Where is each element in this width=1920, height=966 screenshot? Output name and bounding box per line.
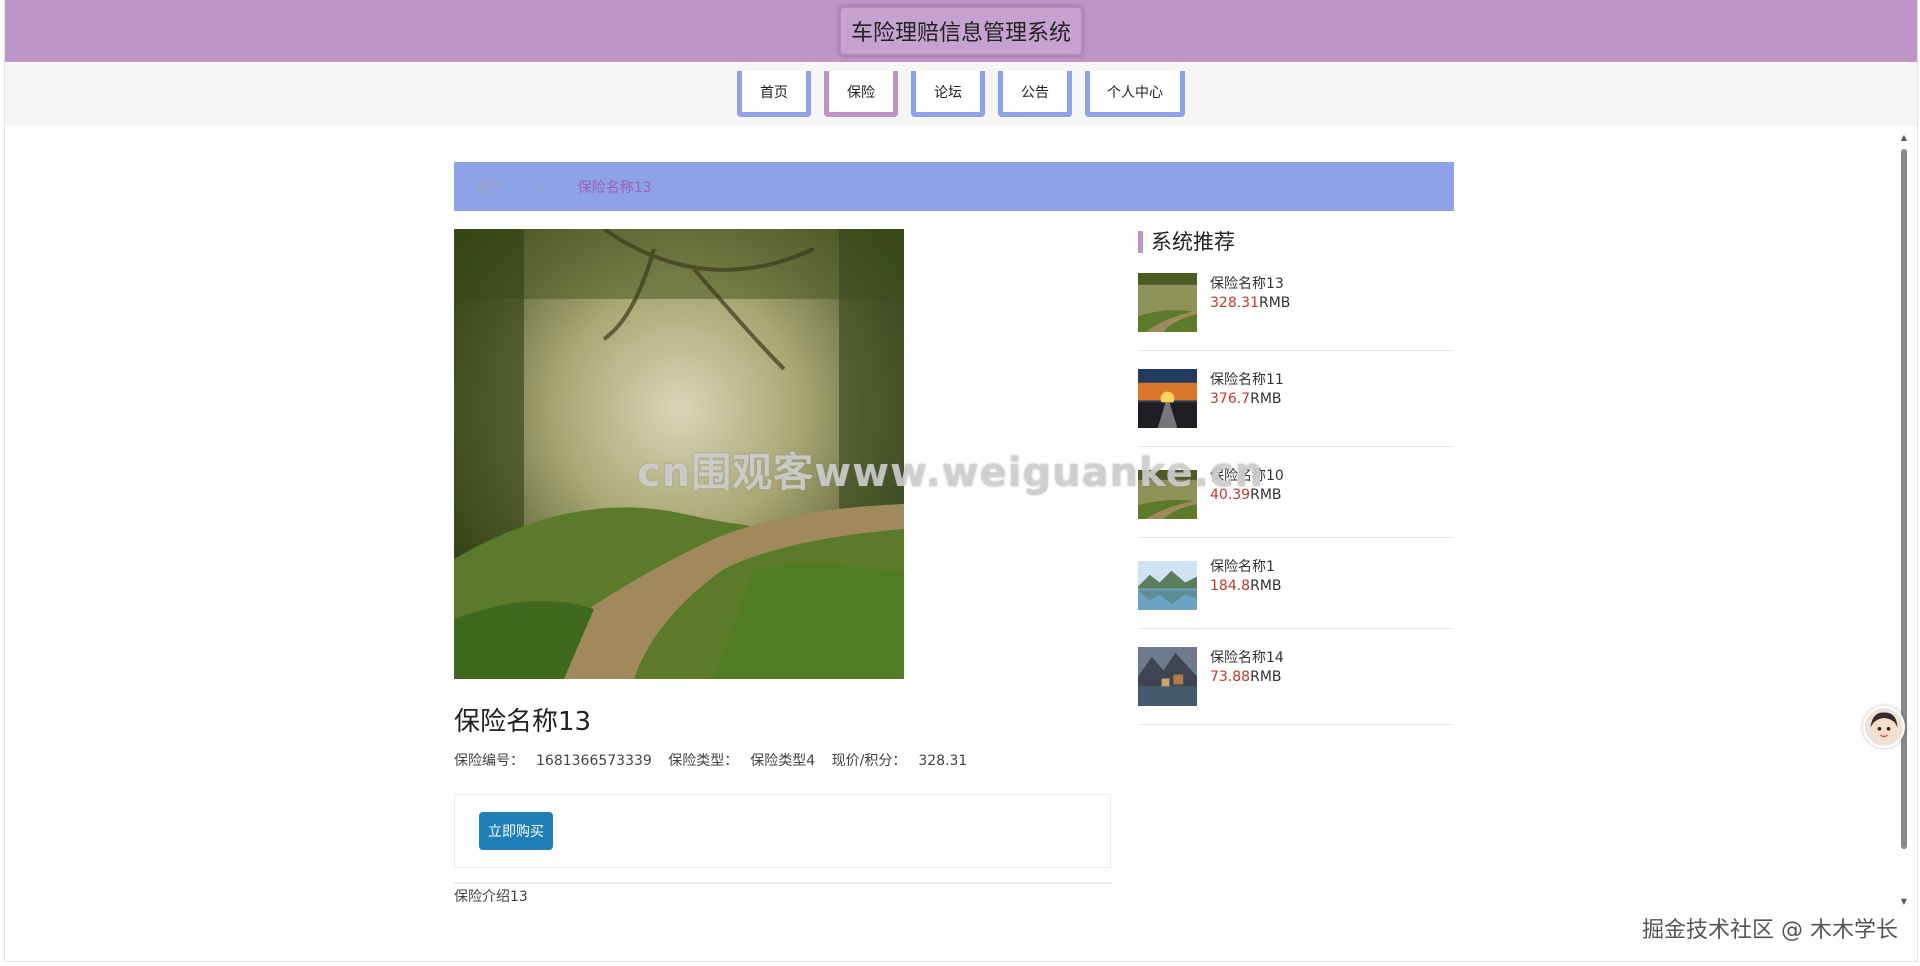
alpine-village-thumb — [1138, 647, 1197, 706]
recommend-info: 保险名称11 376.7RMB — [1210, 371, 1284, 428]
scrollbar-thumb[interactable] — [1901, 149, 1907, 849]
code-value: 1681366573339 — [536, 753, 652, 769]
price-label: 现价/积分： — [831, 753, 907, 769]
content-area: 首页 / 保险名称13 保险名称13 保险编号： 1681366573339 保… — [454, 162, 1454, 906]
recommend-info: 保险名称14 73.88RMB — [1210, 649, 1284, 706]
code-label: 保险编号： — [454, 753, 524, 769]
product-image — [454, 229, 904, 679]
breadcrumb-home[interactable]: 首页 — [476, 177, 504, 197]
nav-item-profile[interactable]: 个人中心 — [1085, 71, 1185, 117]
breadcrumb-separator: / — [539, 178, 544, 195]
site-title: 车险理赔信息管理系统 — [838, 6, 1083, 56]
scroll-up-arrow-icon[interactable]: ▲ — [1899, 133, 1909, 143]
mountain-lake-thumb — [1138, 561, 1197, 610]
recommend-name: 保险名称13 — [1210, 276, 1284, 292]
avatar-face-icon — [1870, 712, 1898, 740]
nav-item-home[interactable]: 首页 — [737, 71, 811, 117]
product-intro: 保险介绍13 — [454, 889, 528, 905]
main-nav: 首页 保险 论坛 公告 个人中心 — [5, 62, 1917, 126]
recommend-info: 保险名称10 40.39RMB — [1210, 467, 1284, 519]
recommend-list: 保险名称13 328.31RMB 保险名称11 376.7RMB 保险名称10 … — [1138, 273, 1454, 725]
recommend-item[interactable]: 保险名称14 73.88RMB — [1138, 647, 1454, 725]
main-row: 保险名称13 保险编号： 1681366573339 保险类型： 保险类型4 现价/… — [454, 229, 1454, 906]
recommend-item[interactable]: 保险名称11 376.7RMB — [1138, 369, 1454, 447]
site-header: 车险理赔信息管理系统 — [5, 0, 1917, 62]
buy-box: 立即购买 — [454, 794, 1111, 868]
type-value: 保险类型4 — [750, 753, 816, 769]
recommend-name: 保险名称1 — [1210, 559, 1275, 575]
price-value: 328.31 — [918, 753, 968, 769]
recommend-price: 376.7 — [1210, 391, 1251, 407]
corner-credit: 掘金技术社区 @ 木木学长 — [1642, 918, 1898, 943]
page-frame: 车险理赔信息管理系统 首页 保险 论坛 公告 个人中心 首页 / 保险名称13 — [4, 0, 1918, 962]
recommend-unit: RMB — [1250, 578, 1282, 594]
recommend-name: 保险名称11 — [1210, 372, 1284, 388]
nav-item-insurance[interactable]: 保险 — [824, 71, 898, 117]
recommend-price: 40.39 — [1210, 487, 1251, 503]
recommend-item[interactable]: 保险名称13 328.31RMB — [1138, 273, 1454, 351]
scroll-down-arrow-icon[interactable]: ▼ — [1899, 897, 1909, 907]
nav-item-forum[interactable]: 论坛 — [911, 71, 985, 117]
nav-item-notice[interactable]: 公告 — [998, 71, 1072, 117]
recommend-item[interactable]: 保险名称1 184.8RMB — [1138, 556, 1454, 629]
recommend-panel: 系统推荐 保险名称13 328.31RMB 保险名称11 376.7RMB 保险… — [1138, 229, 1454, 906]
sunset-road-thumb — [1138, 369, 1197, 428]
recommend-unit: RMB — [1250, 487, 1282, 503]
page-scrollbar[interactable]: ▲ ▼ — [1899, 133, 1909, 906]
product-detail: 保险名称13 保险编号： 1681366573339 保险类型： 保险类型4 现价/… — [454, 229, 1111, 906]
recommend-info: 保险名称13 328.31RMB — [1210, 275, 1290, 332]
recommend-item[interactable]: 保险名称10 40.39RMB — [1138, 465, 1454, 538]
product-meta: 保险编号： 1681366573339 保险类型： 保险类型4 现价/积分： 328.… — [454, 750, 1111, 770]
recommend-name: 保险名称14 — [1210, 650, 1284, 666]
product-title: 保险名称13 — [454, 707, 592, 737]
breadcrumb: 首页 / 保险名称13 — [454, 162, 1454, 211]
recommend-title: 系统推荐 — [1138, 231, 1454, 253]
recommend-price: 184.8 — [1210, 578, 1251, 594]
recommend-price: 328.31 — [1210, 295, 1259, 311]
forest-path-thumb — [1138, 470, 1197, 519]
recommend-unit: RMB — [1259, 295, 1291, 311]
buy-now-button[interactable]: 立即购买 — [479, 812, 553, 850]
forest-path-thumb — [1138, 273, 1197, 332]
recommend-unit: RMB — [1250, 669, 1282, 685]
recommend-price: 73.88 — [1210, 669, 1251, 685]
assistant-avatar[interactable] — [1863, 706, 1905, 748]
recommend-unit: RMB — [1250, 391, 1282, 407]
type-label: 保险类型： — [668, 753, 739, 769]
divider — [454, 882, 1111, 884]
recommend-info: 保险名称1 184.8RMB — [1210, 558, 1282, 610]
breadcrumb-current: 保险名称13 — [577, 179, 652, 196]
recommend-name: 保险名称10 — [1210, 468, 1284, 484]
